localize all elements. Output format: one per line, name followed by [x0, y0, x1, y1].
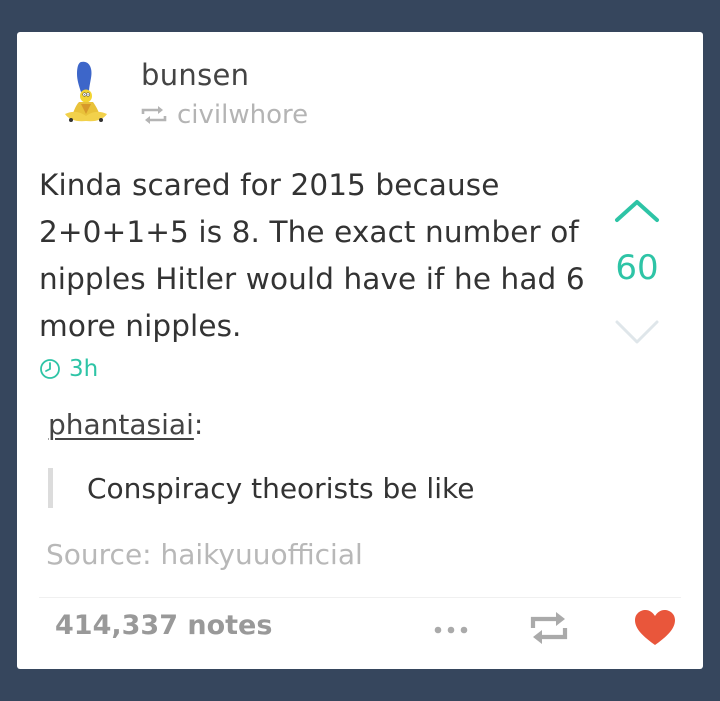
source-link[interactable]: Source: haikyuuofficial: [46, 538, 363, 571]
chevron-up-icon: [615, 200, 659, 222]
quote-text: Conspiracy theorists be like: [87, 471, 475, 505]
avatar[interactable]: [59, 60, 113, 126]
vote-widget: 60: [607, 192, 667, 357]
reblog-source[interactable]: civilwhore: [139, 98, 308, 132]
time-text: 3h: [69, 356, 99, 382]
reblogged-from-name[interactable]: civilwhore: [177, 100, 308, 130]
notes-count[interactable]: 414,337 notes: [55, 610, 272, 641]
upvote-button[interactable]: [613, 198, 661, 228]
downvote-button[interactable]: [613, 316, 661, 352]
like-button[interactable]: [633, 608, 677, 648]
more-button[interactable]: [426, 618, 476, 642]
vote-count: 60: [615, 248, 659, 288]
blockquote: Conspiracy theorists be like: [48, 468, 474, 508]
reblog-button[interactable]: [525, 608, 573, 648]
chevron-down-icon: [615, 320, 659, 344]
reblog-icon: [530, 612, 568, 644]
clock-icon: [40, 359, 60, 379]
heart-icon: [635, 610, 675, 645]
quote-bar: [48, 468, 53, 508]
marge-simpson-avatar-icon: [65, 61, 107, 122]
reblogger-colon: :: [193, 408, 204, 441]
reblogger-link[interactable]: phantasiai: [48, 408, 194, 441]
reblog-attribution: phantasiai:: [48, 408, 203, 441]
divider: [39, 597, 681, 598]
post-card: bunsen civilwhore Kinda scared for 2015 …: [17, 32, 703, 669]
more-dots-icon: [434, 626, 468, 634]
timestamp: 3h: [39, 354, 98, 384]
reblog-icon: [141, 106, 167, 124]
post-author[interactable]: bunsen: [141, 58, 249, 92]
post-body: Kinda scared for 2015 because 2+0+1+5 is…: [39, 168, 585, 343]
